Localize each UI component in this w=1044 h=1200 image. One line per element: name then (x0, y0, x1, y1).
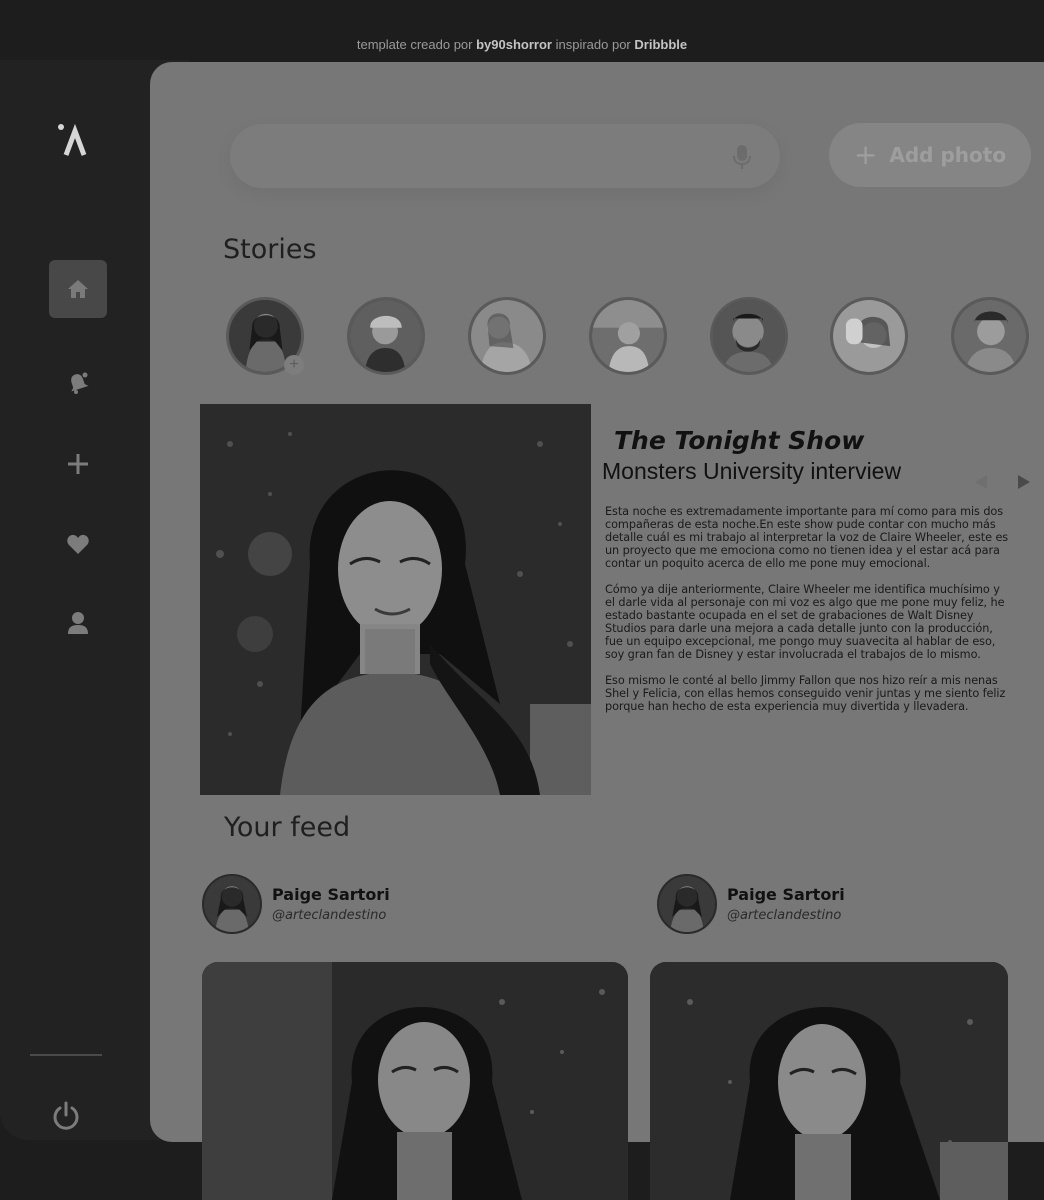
post-author-name: Paige Sartori (727, 885, 845, 904)
credit-author: by90shorror (476, 37, 552, 52)
home-icon (68, 280, 88, 298)
story-photo (833, 300, 905, 372)
feature-subtitle: Monsters University interview (602, 458, 902, 484)
search-input[interactable] (230, 124, 780, 188)
user-icon (68, 612, 88, 634)
post-author[interactable]: Paige Sartori @arteclandestino (202, 874, 390, 934)
story-item[interactable] (951, 297, 1029, 375)
feature-paragraph: Cómo ya dije anteriormente, Claire Wheel… (605, 583, 1005, 661)
chevron-left-icon[interactable] (975, 475, 987, 489)
sidebar-item-favorites[interactable] (49, 515, 107, 573)
story-photo (592, 300, 664, 372)
feature-paragraph: Eso mismo le conté al bello Jimmy Fallon… (605, 674, 1006, 713)
credit-source: Dribbble (634, 37, 688, 52)
story-item[interactable] (830, 297, 908, 375)
story-photo (954, 300, 1026, 372)
stories-title: Stories (223, 234, 317, 265)
story-item[interactable] (710, 297, 788, 375)
feature-photo[interactable] (200, 404, 591, 795)
heart-icon (67, 534, 89, 554)
post-author[interactable]: Paige Sartori @arteclandestino (657, 874, 845, 934)
avatar (202, 874, 262, 934)
feature-paragraph: Esta noche es extremadamente importante … (605, 505, 1009, 570)
story-photo (350, 300, 422, 372)
plus-icon: + (853, 138, 878, 171)
feature-title: The Tonight Show (614, 426, 865, 455)
template-credit: template creado por by90shorror inspirad… (0, 37, 1044, 52)
story-item[interactable] (468, 297, 546, 375)
feed-title: Your feed (224, 812, 351, 843)
plus-icon (68, 454, 88, 474)
avatar (657, 874, 717, 934)
chevron-right-icon[interactable] (1018, 475, 1030, 489)
post-image[interactable] (202, 962, 628, 1200)
add-photo-button[interactable]: + Add photo (829, 123, 1031, 187)
power-icon[interactable] (50, 1100, 82, 1132)
post-author-handle: @arteclandestino (727, 908, 842, 923)
add-story-icon[interactable]: + (284, 355, 304, 375)
sidebar-item-notifications[interactable] (49, 354, 107, 412)
story-item[interactable] (347, 297, 425, 375)
sidebar-item-add[interactable] (49, 435, 107, 493)
add-photo-label: Add photo (889, 143, 1007, 167)
post-image[interactable] (650, 962, 1008, 1200)
app-logo-icon[interactable] (56, 122, 92, 158)
credit-middle: inspirado por (555, 37, 631, 52)
sidebar-item-profile[interactable] (49, 594, 107, 652)
story-photo (713, 300, 785, 372)
post-author-handle: @arteclandestino (272, 908, 387, 923)
sidebar-divider (30, 1054, 102, 1056)
post-author-name: Paige Sartori (272, 885, 390, 904)
sidebar-item-home[interactable] (49, 260, 107, 318)
microphone-icon[interactable] (732, 144, 752, 170)
feature-body: Esta noche es extremadamente importante … (605, 505, 1011, 726)
story-item[interactable] (589, 297, 667, 375)
bell-icon (71, 372, 89, 394)
credit-prefix: template creado por (356, 37, 473, 52)
story-photo (471, 300, 543, 372)
